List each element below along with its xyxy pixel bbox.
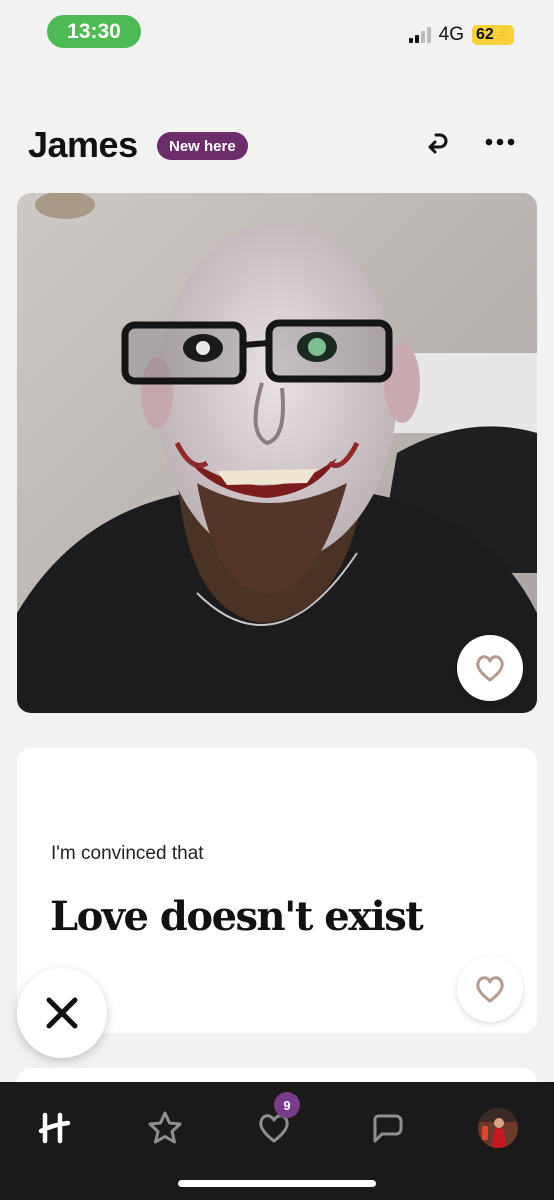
prompt-answer: Love doesn't exist — [50, 893, 424, 940]
profile-avatar — [478, 1108, 518, 1148]
likes-count-badge: 9 — [274, 1092, 300, 1118]
status-time: 13:30 — [47, 15, 141, 48]
pass-button[interactable] — [17, 968, 107, 1058]
like-prompt-button[interactable] — [457, 956, 523, 1022]
prompt-question: I'm convinced that — [51, 843, 204, 864]
network-type: 4G — [438, 24, 465, 45]
tab-bar: 9 — [0, 1082, 554, 1200]
hinge-logo-icon — [38, 1112, 71, 1144]
charging-bolt-icon: ⚡ — [493, 27, 510, 42]
tab-discover[interactable] — [27, 1100, 83, 1156]
tab-matches[interactable] — [359, 1100, 415, 1156]
profile-photo — [17, 193, 537, 713]
signal-icon — [408, 27, 431, 43]
new-here-badge: New here — [157, 132, 248, 160]
heart-icon — [476, 976, 504, 1003]
avatar — [478, 1108, 518, 1148]
profile-photo-card[interactable] — [17, 193, 537, 713]
chat-bubble-icon — [373, 1114, 403, 1143]
heart-icon — [476, 655, 504, 682]
undo-button[interactable] — [420, 124, 456, 160]
tab-likes[interactable]: 9 — [246, 1092, 302, 1156]
more-icon — [485, 138, 515, 146]
undo-icon — [428, 133, 448, 154]
status-indicators: 4G 62 ⚡ — [408, 24, 514, 46]
battery-indicator: 62 ⚡ — [472, 25, 514, 45]
like-photo-button[interactable] — [457, 635, 523, 701]
tab-standouts[interactable] — [137, 1100, 193, 1156]
profile-name: James — [28, 124, 138, 165]
more-options-button[interactable] — [480, 124, 520, 160]
battery-level: 62 — [476, 26, 494, 43]
close-icon — [46, 997, 78, 1029]
tab-profile[interactable] — [470, 1100, 526, 1156]
star-icon — [148, 1111, 182, 1144]
home-indicator — [178, 1180, 376, 1187]
